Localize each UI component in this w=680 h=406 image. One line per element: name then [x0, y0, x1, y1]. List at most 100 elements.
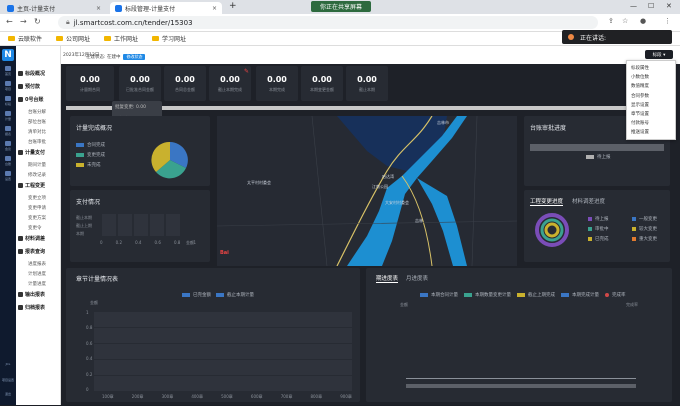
- menu-item[interactable]: 部位台账: [28, 119, 46, 125]
- bookmark-folder[interactable]: 学习网址: [152, 34, 186, 43]
- rail-item[interactable]: 项目: [0, 81, 16, 95]
- tab-month-schedule[interactable]: 月进度表: [406, 274, 428, 282]
- menu-item[interactable]: 变更方案: [28, 215, 46, 221]
- menu-item[interactable]: 台账分解: [28, 109, 46, 115]
- rail-item[interactable]: 计量: [0, 111, 16, 125]
- change-status-button[interactable]: 修改状态: [123, 54, 146, 60]
- forward-icon[interactable]: →: [20, 17, 27, 26]
- rail-item[interactable]: 报表: [0, 126, 16, 140]
- tender-dropdown-menu: 标段属性小数位数数值精度合同参数显示设置章节设置付款账号推送设置: [626, 60, 676, 140]
- star-icon[interactable]: ☆: [622, 17, 628, 25]
- rail-icon: [5, 126, 11, 131]
- menu-section[interactable]: 预付款: [18, 83, 40, 90]
- stat-card: 0.00 计量期合同: [66, 66, 114, 101]
- browser-tab-tender[interactable]: 标段管理-计量支付 ×: [110, 2, 222, 14]
- profile-icon[interactable]: ●: [640, 17, 646, 25]
- dropdown-item[interactable]: 付款账号: [631, 120, 649, 126]
- rail-item[interactable]: 台账: [0, 156, 16, 170]
- menu-section[interactable]: 计量支付: [18, 149, 45, 156]
- rail-icon: [5, 111, 11, 116]
- back-icon[interactable]: ←: [6, 17, 13, 26]
- tab-material-progress[interactable]: 材料调差进度: [572, 197, 605, 205]
- menu-section[interactable]: 归档报表: [18, 304, 45, 311]
- rail-item[interactable]: 首页: [0, 66, 16, 80]
- menu-section[interactable]: 0号台账: [18, 96, 43, 103]
- speaking-indicator: 正在讲话:: [562, 30, 672, 44]
- menu-section-icon: [18, 84, 23, 89]
- change-ring-chart: [535, 213, 569, 247]
- bookmark-folder[interactable]: 云联软件: [8, 34, 42, 43]
- menu-item[interactable]: 变更立项: [28, 195, 46, 201]
- dropdown-item[interactable]: 显示设置: [631, 102, 649, 108]
- tab-change-progress[interactable]: 工程变更进度: [530, 197, 564, 206]
- stat-label: 本期完成: [269, 86, 285, 92]
- menu-item[interactable]: 变更申请: [28, 205, 46, 211]
- rail-bottom-item[interactable]: 项目设置: [0, 378, 16, 392]
- close-icon[interactable]: ×: [96, 5, 101, 12]
- legend-swatch: [464, 293, 472, 297]
- rail-bottom-item[interactable]: 退出: [0, 392, 16, 406]
- menu-item[interactable]: 变更令: [28, 225, 42, 231]
- menu-item[interactable]: 计量进度: [28, 281, 46, 287]
- dropdown-item[interactable]: 合同参数: [631, 93, 649, 99]
- payment-ylabels: 截止本期 截止上期 本期: [76, 214, 92, 238]
- measure-panel: 计量完成概况 合同完成 变更完成 未完成: [70, 116, 210, 186]
- dropdown-item[interactable]: 章节设置: [631, 111, 649, 117]
- expand-icon[interactable]: ⤢: [636, 50, 641, 58]
- tab-period-schedule[interactable]: 期进度表: [376, 274, 399, 283]
- rail-item[interactable]: 会议: [0, 141, 16, 155]
- rail-label: 计量: [4, 117, 11, 121]
- schedule-scrollbar[interactable]: [406, 384, 636, 388]
- minimize-icon[interactable]: —: [630, 2, 637, 10]
- menu-item[interactable]: 进度报表: [28, 261, 46, 267]
- menu-item[interactable]: 清单对比: [28, 129, 46, 135]
- menu-dots-icon[interactable]: ⋮: [664, 17, 671, 25]
- menu-item[interactable]: 期间计量: [28, 162, 46, 168]
- rail-icon: [5, 156, 11, 161]
- rail-item[interactable]: 标段: [0, 96, 16, 110]
- close-icon[interactable]: ×: [212, 5, 217, 12]
- menu-section[interactable]: 材料调差: [18, 235, 45, 242]
- stat-card: 0.00 截止本期: [346, 66, 388, 101]
- dropdown-item[interactable]: 标段属性: [631, 65, 649, 71]
- url-field[interactable]: 🔒︎ jl.smartcost.com.cn/tender/15303: [58, 16, 598, 29]
- menu-item[interactable]: 修改记录: [28, 172, 46, 178]
- rail-bottom-item[interactable]: JCL: [0, 362, 16, 376]
- tab-label: 主页-计量支付: [17, 5, 56, 13]
- legend-swatch: [632, 237, 636, 241]
- rail-label: 项目设置: [1, 378, 14, 382]
- microphone-icon: [568, 34, 574, 40]
- url-text: jl.smartcost.com.cn/tender/15303: [73, 18, 193, 27]
- bookmark-folder[interactable]: 公司网址: [56, 34, 90, 43]
- dropdown-item[interactable]: 小数位数: [631, 74, 649, 80]
- rail-label: 报表: [4, 132, 11, 136]
- chapter-measure-panel: 章节计量情况表 已完金额 截止本期计量 金额 1 0.8 0.6 0.4 0.2 0 10…: [66, 268, 360, 402]
- window-close-icon[interactable]: ✕: [666, 2, 672, 10]
- stat-value: 0.00: [175, 74, 195, 84]
- maximize-icon[interactable]: ☐: [648, 2, 654, 10]
- share-icon[interactable]: ⇪: [608, 17, 614, 25]
- legend-swatch: [605, 293, 609, 297]
- rail-label: 退出: [4, 392, 11, 396]
- browser-tab-home[interactable]: 主页-计量支付 ×: [2, 2, 106, 14]
- legend-label: 本期数量变更计量: [475, 293, 511, 298]
- menu-section-label: 报表查询: [25, 249, 46, 255]
- menu-section[interactable]: 输出报表: [18, 291, 45, 298]
- map-panel[interactable]: 吉林市 太平村村委会 哈达湾 江南公园 大安村村委会 吉林 Bai: [217, 116, 517, 266]
- legend-item: 截止本期计量: [216, 292, 254, 298]
- tender-dropdown-button[interactable]: 标段 ▾: [645, 50, 673, 59]
- reload-icon[interactable]: ↻: [34, 17, 41, 26]
- bookmark-folder[interactable]: 工作网址: [104, 34, 138, 43]
- dropdown-item[interactable]: 推送设置: [631, 129, 649, 135]
- menu-section[interactable]: 标段概况: [18, 70, 45, 77]
- axis-label: 完成率: [626, 302, 638, 307]
- menu-section[interactable]: 工程变更: [18, 182, 45, 189]
- new-tab-icon[interactable]: +: [229, 1, 237, 11]
- menu-item[interactable]: 计划进度: [28, 271, 46, 277]
- dropdown-item[interactable]: 数值精度: [631, 83, 649, 89]
- rail-item[interactable]: 设置: [0, 171, 16, 185]
- menu-section[interactable]: 报表查询: [18, 248, 45, 255]
- menu-item[interactable]: 台账审批: [28, 139, 46, 145]
- rail-label: 项目: [4, 87, 11, 91]
- rail-label: 台账: [4, 162, 11, 166]
